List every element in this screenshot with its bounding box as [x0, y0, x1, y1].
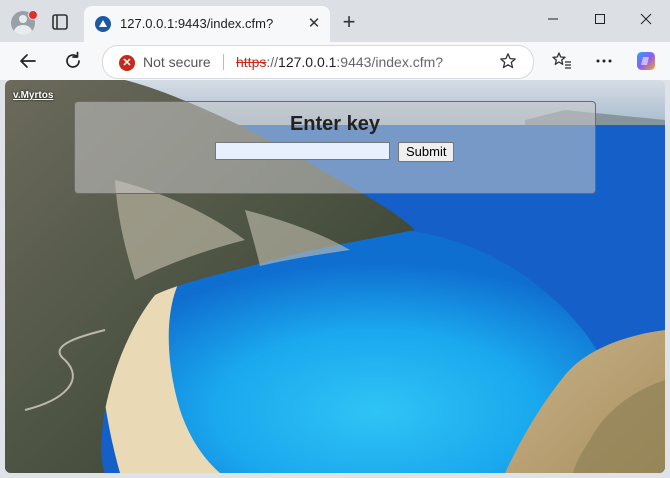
url-path: :9443/index.cfm?	[336, 54, 444, 70]
close-window-icon[interactable]	[632, 10, 660, 32]
close-tab-icon[interactable]: ✕	[305, 15, 323, 33]
page-viewport: v.Myrtos Enter key Submit	[5, 80, 665, 473]
submit-button[interactable]: Submit	[398, 142, 455, 162]
security-label[interactable]: Not secure	[143, 54, 211, 70]
star-icon[interactable]	[499, 52, 517, 70]
reload-icon[interactable]	[62, 50, 84, 72]
copilot-icon[interactable]	[635, 50, 657, 72]
maximize-icon[interactable]	[586, 10, 614, 32]
minimize-icon[interactable]	[539, 10, 567, 32]
url-host: 127.0.0.1	[278, 54, 337, 70]
omnibox-divider	[223, 54, 224, 70]
new-tab-button[interactable]: +	[339, 11, 359, 33]
address-bar[interactable]: ✕ Not secure https://127.0.0.1:9443/inde…	[102, 45, 534, 79]
form-heading: Enter key	[289, 113, 381, 135]
favorites-icon[interactable]	[551, 50, 573, 72]
notification-dot	[28, 10, 38, 20]
back-arrow-icon[interactable]	[17, 50, 39, 72]
not-secure-icon[interactable]: ✕	[119, 55, 135, 71]
browser-tab[interactable]: 127.0.0.1:9443/index.cfm? ✕	[84, 6, 330, 42]
url-text[interactable]: https://127.0.0.1:9443/index.cfm?	[236, 54, 443, 70]
tab-strip: 127.0.0.1:9443/index.cfm? ✕ +	[0, 0, 670, 42]
url-scheme: https	[236, 54, 267, 70]
tab-title: 127.0.0.1:9443/index.cfm?	[120, 16, 274, 31]
browser-toolbar: ✕ Not secure https://127.0.0.1:9443/inde…	[0, 42, 670, 80]
key-form-panel: Enter key Submit	[74, 101, 596, 194]
tab-actions-icon[interactable]	[51, 13, 69, 31]
photo-credit-link[interactable]: v.Myrtos	[13, 90, 53, 101]
site-favicon-icon	[95, 16, 111, 32]
url-separator: ://	[266, 54, 279, 70]
key-input[interactable]	[215, 142, 390, 160]
more-icon[interactable]	[593, 50, 615, 72]
